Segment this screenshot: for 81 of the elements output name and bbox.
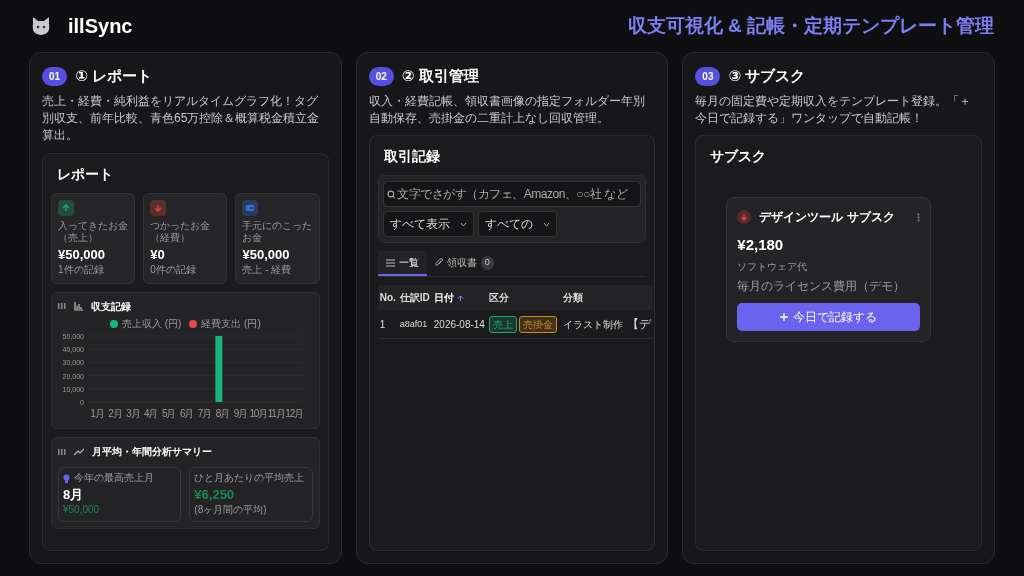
- tag: 売上: [488, 315, 517, 333]
- step-badge: 01: [42, 66, 68, 86]
- column-header[interactable]: No.: [377, 285, 398, 311]
- category-label: ソフトウェア代: [737, 260, 809, 274]
- x-tick-label: 9月: [233, 408, 247, 420]
- feature-description: 毎月の固定費や定期収入をテンプレート登録。「＋今日で記録する」ワンタップで自動記帳！: [695, 92, 973, 127]
- table-cell: 1: [377, 310, 398, 339]
- tab[interactable]: 一覧: [377, 251, 427, 277]
- column-header[interactable]: 分類: [560, 285, 625, 311]
- x-tick-label: 12月: [285, 408, 303, 420]
- panel-title: 収支記録: [91, 299, 131, 314]
- screen-title: サブスク: [710, 147, 768, 167]
- more-icon: [917, 212, 921, 222]
- screen-title: 取引記録: [383, 147, 441, 167]
- table-cell: 【デ: [624, 310, 653, 339]
- table-cell: a8af01: [397, 310, 432, 339]
- drag-handle-icon: [58, 303, 66, 310]
- search-icon: [386, 189, 396, 199]
- subscription-amount: ¥2,180: [737, 235, 785, 256]
- x-tick-label: 4月: [144, 408, 158, 420]
- feature-title: ③ サブスク: [728, 66, 806, 86]
- column-header[interactable]: 仕訳ID: [397, 285, 432, 311]
- x-tick-label: 6月: [179, 408, 194, 420]
- stat-label: 手元にのこったお金: [242, 219, 313, 245]
- tagline: 収支可視化 & 記帳・定期テンプレート管理: [627, 13, 994, 38]
- x-tick-label: 7月: [197, 408, 212, 420]
- chevron-down-icon: [542, 221, 550, 227]
- x-tick-label: 10月: [249, 408, 267, 420]
- x-tick-label: 11月: [267, 408, 285, 420]
- tag: 売掛金: [518, 315, 557, 333]
- stat-label: つかったお金（経費）: [150, 219, 212, 245]
- summary-value: 8月: [63, 485, 85, 504]
- column-header[interactable]: 区分: [486, 285, 561, 311]
- sort-up-icon: [456, 295, 464, 303]
- stat-amount: ¥50,000: [58, 245, 106, 264]
- subscription-name: デザインツール サブスク: [759, 209, 896, 227]
- stat-note: 売上 - 経費: [242, 264, 293, 277]
- record-button[interactable]: 今日で記録する: [737, 303, 921, 332]
- subscription-note: 毎月のライセンス費用（デモ）: [737, 278, 907, 296]
- feature-title: ① レポート: [75, 66, 152, 86]
- tab[interactable]: 領収書 0: [426, 251, 502, 277]
- filter-select[interactable]: すべての: [477, 211, 557, 238]
- step-badge: 03: [695, 66, 721, 86]
- plus-icon: [780, 313, 789, 322]
- filter-select[interactable]: すべて表示: [382, 211, 474, 238]
- bar-chart-icon: [74, 301, 83, 311]
- summary-note: (8ヶ月間の平均): [194, 504, 268, 517]
- x-tick-label: 8月: [215, 408, 229, 420]
- summary-label: 今年の最高売上月: [74, 472, 154, 485]
- screen-title: レポート: [57, 164, 114, 184]
- stat-amount: ¥0: [150, 245, 166, 264]
- stat-amount: ¥50,000: [242, 245, 291, 264]
- search-field[interactable]: 文字でさがす（カフェ、Amazon、○○社 など: [382, 181, 642, 208]
- feature-description: 収入・経費記帳、領収書画像の指定フォルダー年別自動保存、売掛金の二重計上なし回収管理。: [368, 92, 646, 127]
- x-tick-label: 3月: [126, 408, 140, 420]
- table-cell: 2026-08-14: [431, 310, 487, 339]
- legend-label: 売上収入 (円): [121, 317, 182, 331]
- stat-note: 1件の記録: [58, 264, 105, 277]
- panel-title: 月平均・年間分析サマリー: [92, 445, 212, 460]
- feature-description: 売上・経費・純利益をリアルタイムグラフ化！タグ別収支、前年比較、青色65万控除＆概算税金積立金算出。: [42, 92, 321, 145]
- summary-value: ¥6,250: [194, 485, 236, 504]
- table-cell: イラスト制作: [560, 310, 625, 339]
- x-tick-label: 2月: [108, 408, 122, 420]
- cat-icon: [30, 16, 52, 36]
- x-tick-label: 5月: [162, 408, 176, 420]
- drag-handle-icon: [58, 448, 66, 455]
- list-icon: [385, 258, 395, 267]
- x-tick-label: 1月: [90, 408, 104, 420]
- app-name: illSync: [68, 14, 133, 39]
- column-header[interactable]: 日付: [431, 285, 487, 311]
- chevron-down-icon: [459, 221, 467, 227]
- stat-note: 0件の記録: [150, 264, 197, 277]
- stat-label: 入ってきたお金（売上）: [58, 219, 129, 245]
- legend-label: 経費支出 (円): [201, 317, 261, 331]
- paperclip-icon: [434, 258, 443, 268]
- summary-note: ¥50,000: [63, 504, 101, 517]
- trend-icon: [74, 447, 84, 456]
- feature-title: ② 取引管理: [401, 66, 479, 86]
- bar: [215, 336, 223, 403]
- summary-label: ひと月あたりの平均売上: [194, 472, 305, 485]
- step-badge: 02: [368, 66, 394, 86]
